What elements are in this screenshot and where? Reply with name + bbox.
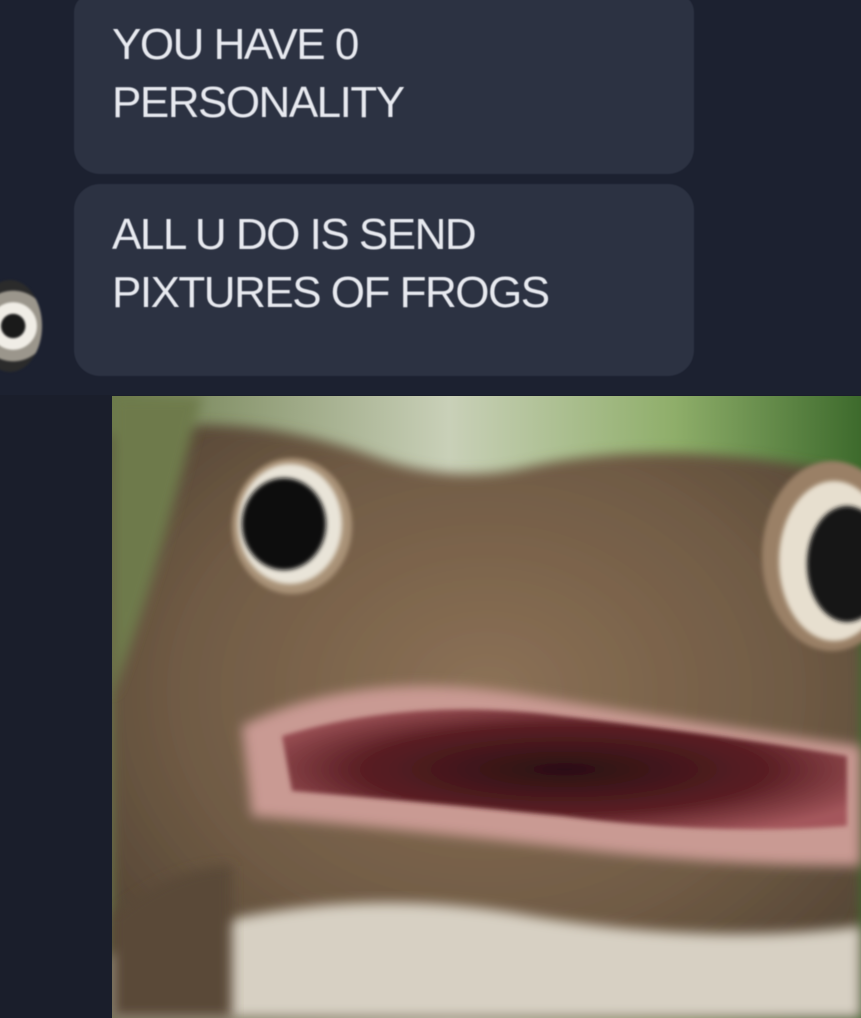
- avatar[interactable]: [0, 280, 42, 372]
- message-bubble[interactable]: ALL U DO IS SEND PIXTURES OF FROGS: [74, 184, 694, 376]
- frog-image: [112, 396, 861, 1018]
- message-text-line: PIXTURES OF FROGS: [112, 268, 550, 317]
- chat-screen: YOU HAVE 0 PERSONALITY ALL U DO IS SEND …: [0, 0, 861, 1018]
- message-text-line: ALL U DO IS SEND: [112, 210, 477, 259]
- message-text-line: YOU HAVE 0: [112, 20, 359, 69]
- message-bubble[interactable]: YOU HAVE 0 PERSONALITY: [74, 0, 694, 174]
- frog-photo-attachment[interactable]: [112, 396, 861, 1018]
- message-thread: YOU HAVE 0 PERSONALITY ALL U DO IS SEND …: [0, 0, 861, 395]
- message-text-line: PERSONALITY: [112, 78, 405, 127]
